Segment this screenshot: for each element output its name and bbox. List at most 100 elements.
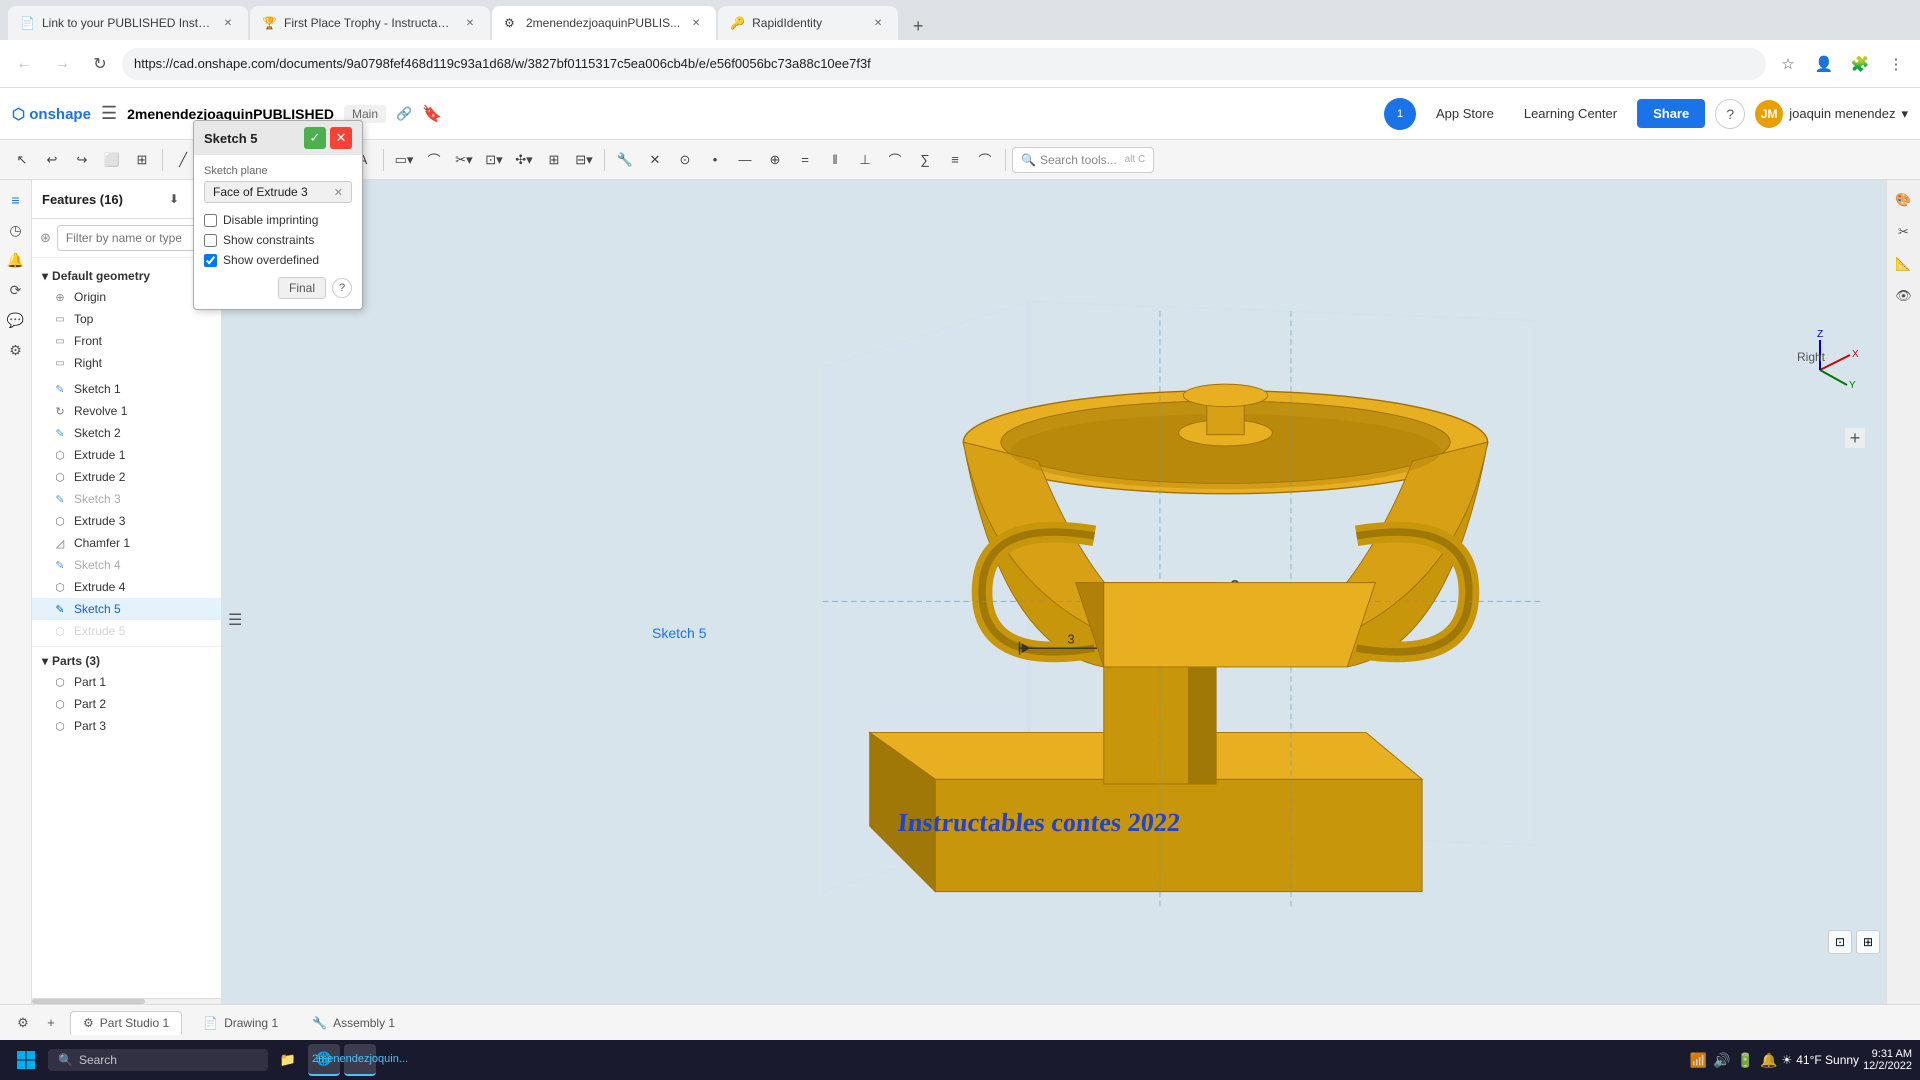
left-icon-notifications[interactable]: 🔔 — [4, 248, 28, 272]
sketch-plane-clear-icon[interactable]: ✕ — [334, 186, 343, 199]
toolbar-measure-btn[interactable]: ✕ — [641, 145, 669, 175]
feature-item-extrude2[interactable]: ⬡ Extrude 2 — [32, 466, 221, 488]
search-tools[interactable]: 🔍 Search tools... alt C — [1012, 147, 1154, 173]
battery-icon[interactable]: 🔋 — [1737, 1052, 1754, 1069]
bottom-add-tab[interactable]: + — [40, 1012, 62, 1034]
toolbar-arc2-btn[interactable]: ⌒ — [971, 145, 999, 175]
notification-button[interactable]: 1 — [1384, 98, 1416, 130]
feature-item-right[interactable]: ▭ Right — [32, 352, 221, 374]
feature-item-sketch5[interactable]: ✎ Sketch 5 — [32, 598, 221, 620]
tab-2[interactable]: 🏆 First Place Trophy - Instructables ✕ — [250, 6, 490, 40]
learning-center-button[interactable]: Learning Center — [1514, 100, 1627, 127]
feature-item-revolve1[interactable]: ↻ Revolve 1 — [32, 400, 221, 422]
feature-item-extrude4[interactable]: ⬡ Extrude 4 — [32, 576, 221, 598]
toolbar-select-btn[interactable]: ↖ — [8, 145, 36, 175]
app-store-button[interactable]: App Store — [1426, 100, 1504, 127]
toolbar-undo-btn[interactable]: ↩ — [38, 145, 66, 175]
toolbar-tangent-btn[interactable]: ⌒ — [881, 145, 909, 175]
feature-item-top[interactable]: ▭ Top — [32, 308, 221, 330]
start-button[interactable] — [8, 1042, 44, 1078]
forward-button[interactable]: → — [46, 48, 78, 80]
viewport[interactable]: Instructables contes 2022 — [222, 180, 1920, 1004]
toolbar-line2-btn[interactable]: — — [731, 145, 759, 175]
bookmark-button[interactable]: ☆ — [1772, 48, 1804, 80]
bottom-left-icon-1[interactable]: ⚙ — [12, 1012, 34, 1034]
view-menu-button[interactable]: ⊞ — [1856, 930, 1880, 954]
toolbar-pattern-btn[interactable]: ⊞ — [540, 145, 568, 175]
right-icon-section[interactable]: ✂ — [1892, 220, 1916, 244]
tab-3-close[interactable]: ✕ — [688, 15, 704, 31]
toolbar-slot-btn[interactable]: ▭▾ — [390, 145, 418, 175]
toolbar-dimension-btn[interactable]: 🔧 — [611, 145, 639, 175]
tab-2-close[interactable]: ✕ — [462, 15, 478, 31]
new-tab-button[interactable]: + — [904, 12, 932, 40]
toolbar-sum-btn[interactable]: ∑ — [911, 145, 939, 175]
left-icon-custom[interactable]: ⚙ — [4, 338, 28, 362]
taskbar-time[interactable]: 9:31 AM 12/2/2022 — [1863, 1048, 1912, 1072]
toolbar-copy-btn[interactable]: ⬜ — [98, 145, 126, 175]
share-button[interactable]: Share — [1637, 99, 1705, 128]
feature-item-extrude1[interactable]: ⬡ Extrude 1 — [32, 444, 221, 466]
help-button[interactable]: ? — [1715, 99, 1745, 129]
bottom-tab-drawing[interactable]: 📄 Drawing 1 — [190, 1011, 291, 1035]
feature-item-sketch2[interactable]: ✎ Sketch 2 — [32, 422, 221, 444]
back-button[interactable]: ← — [8, 48, 40, 80]
sketch-show-constraints-checkbox[interactable] — [204, 234, 217, 247]
feature-filter-btn[interactable]: ⬇ — [163, 188, 185, 210]
view-cube[interactable]: X Y Z — [1775, 325, 1865, 415]
toolbar-extra-btn[interactable]: ≡ — [941, 145, 969, 175]
toolbar-perp-btn[interactable]: ⊥ — [851, 145, 879, 175]
bottom-tab-partstudio[interactable]: ⚙ Part Studio 1 — [70, 1011, 182, 1035]
feature-item-sketch4[interactable]: ✎ Sketch 4 — [32, 554, 221, 576]
address-bar[interactable]: https://cad.onshape.com/documents/9a0798… — [122, 48, 1766, 80]
tab-3[interactable]: ⚙ 2menendezjoaquinPUBLIS... ✕ — [492, 6, 716, 40]
tab-1[interactable]: 📄 Link to your PUBLISHED Instruc... ✕ — [8, 6, 248, 40]
taskbar-search[interactable]: 🔍 Search — [48, 1049, 268, 1071]
left-icon-features[interactable]: ≡ — [4, 188, 28, 212]
toolbar-redo-btn[interactable]: ↪ — [68, 145, 96, 175]
feature-item-sketch1[interactable]: ✎ Sketch 1 — [32, 378, 221, 400]
sketch-disable-imprinting-checkbox[interactable] — [204, 214, 217, 227]
feature-item-extrude3[interactable]: ⬡ Extrude 3 — [32, 510, 221, 532]
feature-list-toggle[interactable]: ☰ — [228, 610, 242, 630]
fit-view-button[interactable]: ⊡ — [1828, 930, 1852, 954]
toolbar-transform-btn[interactable]: ✣▾ — [510, 145, 538, 175]
toolbar-mirror-btn[interactable]: ⊟▾ — [570, 145, 598, 175]
toolbar-point-btn[interactable]: • — [701, 145, 729, 175]
bottom-tab-assembly[interactable]: 🔧 Assembly 1 — [299, 1011, 408, 1035]
toolbar-offset-btn[interactable]: ⊡▾ — [480, 145, 508, 175]
hamburger-menu[interactable]: ☰ — [101, 103, 117, 124]
toolbar-trim-btn[interactable]: ✂▾ — [450, 145, 478, 175]
sketch-help-button[interactable]: ? — [332, 278, 352, 298]
extensions-button[interactable]: 🧩 — [1844, 48, 1876, 80]
tab-1-close[interactable]: ✕ — [220, 15, 236, 31]
taskbar-file-explorer[interactable]: 📁 — [272, 1044, 304, 1076]
browser-menu-button[interactable]: ⋮ — [1880, 48, 1912, 80]
feature-item-front[interactable]: ▭ Front — [32, 330, 221, 352]
left-icon-comments[interactable]: 💬 — [4, 308, 28, 332]
feature-item-part2[interactable]: ⬡ Part 2 — [32, 693, 221, 715]
user-avatar[interactable]: JM joaquin menendez ▾ — [1755, 100, 1908, 128]
bookmark-app-icon[interactable]: 🔖 — [422, 104, 442, 124]
profile-button[interactable]: 👤 — [1808, 48, 1840, 80]
volume-icon[interactable]: 🔊 — [1713, 1052, 1730, 1069]
notification-sys-icon[interactable]: 🔔 — [1760, 1052, 1777, 1069]
weather-widget[interactable]: ☀ 41°F Sunny — [1781, 1053, 1859, 1067]
toolbar-construct-btn[interactable]: ⊕ — [761, 145, 789, 175]
right-icon-measure[interactable]: 📐 — [1892, 252, 1916, 276]
zoom-in-button[interactable]: + — [1845, 428, 1865, 448]
tab-4[interactable]: 🔑 RapidIdentity ✕ — [718, 6, 898, 40]
taskbar-app-2[interactable]: 2menendezjoquin... — [344, 1044, 376, 1076]
link-icon[interactable]: 🔗 — [396, 106, 412, 122]
feature-item-part3[interactable]: ⬡ Part 3 — [32, 715, 221, 737]
network-icon[interactable]: 📶 — [1690, 1052, 1707, 1069]
sketch-show-overdefined-checkbox[interactable] — [204, 254, 217, 267]
right-icon-hide[interactable]: 👁 — [1892, 284, 1916, 308]
toolbar-grid-btn[interactable]: ⊞ — [128, 145, 156, 175]
feature-item-part1[interactable]: ⬡ Part 1 — [32, 671, 221, 693]
left-icon-versions[interactable]: ⟳ — [4, 278, 28, 302]
right-icon-render[interactable]: 🎨 — [1892, 188, 1916, 212]
feature-item-sketch3[interactable]: ✎ Sketch 3 — [32, 488, 221, 510]
toolbar-parallel-btn[interactable]: ‖ — [821, 145, 849, 175]
feature-group-header-parts[interactable]: ▾ Parts (3) — [32, 651, 221, 671]
